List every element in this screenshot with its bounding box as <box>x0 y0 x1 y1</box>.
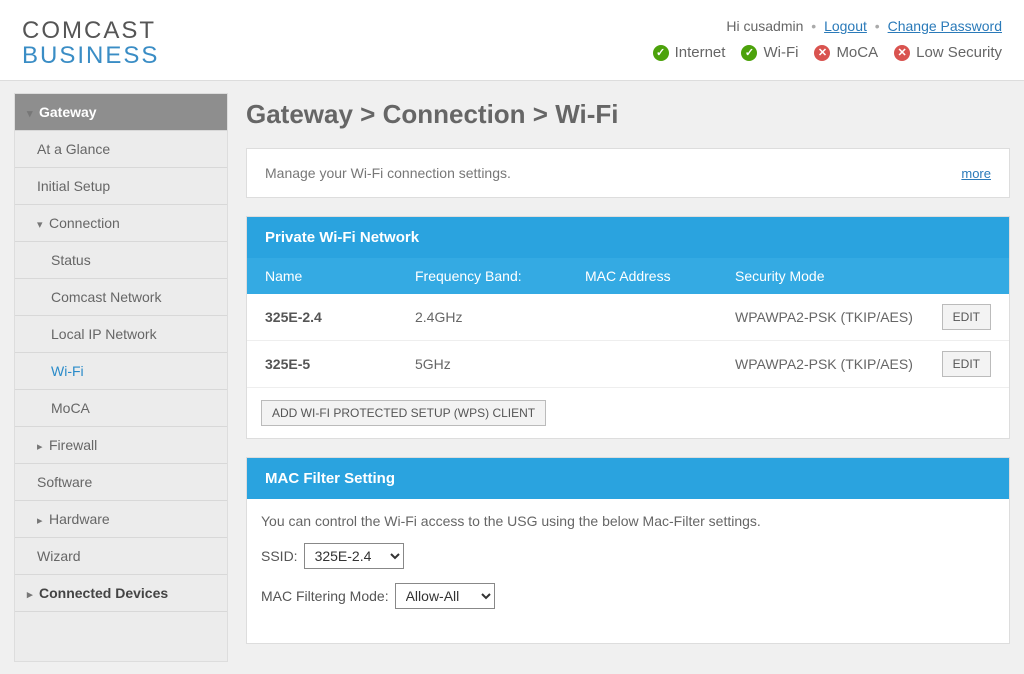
mac-mode-label: MAC Filtering Mode: <box>261 588 389 604</box>
sidebar: Gateway At a Glance Initial Setup Connec… <box>14 93 228 662</box>
col-header-name: Name <box>265 268 415 284</box>
col-header-freq: Frequency Band: <box>415 268 585 284</box>
sidebar-item-firewall[interactable]: Firewall <box>15 427 227 464</box>
cell-name: 325E-2.4 <box>265 309 415 325</box>
sidebar-item-local-ip-network[interactable]: Local IP Network <box>15 316 227 353</box>
more-link[interactable]: more <box>961 166 991 181</box>
sidebar-item-wifi[interactable]: Wi-Fi <box>15 353 227 390</box>
mac-filter-panel: MAC Filter Setting You can control the W… <box>246 457 1010 644</box>
sidebar-item-moca[interactable]: MoCA <box>15 390 227 427</box>
status-label: Internet <box>675 44 726 61</box>
separator-dot: • <box>811 18 816 34</box>
separator-dot: • <box>875 18 880 34</box>
breadcrumb: Gateway > Connection > Wi-Fi <box>246 99 1010 130</box>
description-panel: Manage your Wi-Fi connection settings. m… <box>246 148 1010 198</box>
logo-line1: COMCAST <box>22 18 159 43</box>
greeting-prefix: Hi <box>726 18 743 34</box>
sidebar-item-initial-setup[interactable]: Initial Setup <box>15 168 227 205</box>
mac-filter-desc: You can control the Wi-Fi access to the … <box>261 513 995 529</box>
sidebar-item-label: Connection <box>49 215 120 231</box>
sidebar-item-gateway[interactable]: Gateway <box>15 94 227 131</box>
cell-name: 325E-5 <box>265 356 415 372</box>
description-text: Manage your Wi-Fi connection settings. <box>265 165 511 181</box>
change-password-link[interactable]: Change Password <box>888 18 1002 34</box>
cell-freq: 5GHz <box>415 356 585 372</box>
sidebar-item-wizard[interactable]: Wizard <box>15 538 227 575</box>
x-icon: ✕ <box>894 45 910 61</box>
status-security: ✕ Low Security <box>894 44 1002 61</box>
sidebar-item-hardware[interactable]: Hardware <box>15 501 227 538</box>
check-icon: ✓ <box>653 45 669 61</box>
col-header-action <box>921 268 991 284</box>
col-header-sec: Security Mode <box>735 268 921 284</box>
private-wifi-panel: Private Wi-Fi Network Name Frequency Ban… <box>246 216 1010 439</box>
wifi-table-row: 325E-2.4 2.4GHz WPAWPA2-PSK (TKIP/AES) E… <box>247 294 1009 341</box>
sidebar-item-comcast-network[interactable]: Comcast Network <box>15 279 227 316</box>
logo-line2: BUSINESS <box>22 43 159 68</box>
sidebar-item-label: Hardware <box>49 511 110 527</box>
sidebar-item-connected-devices[interactable]: Connected Devices <box>15 575 227 612</box>
wifi-table-header: Name Frequency Band: MAC Address Securit… <box>247 258 1009 294</box>
check-icon: ✓ <box>741 45 757 61</box>
private-wifi-header: Private Wi-Fi Network <box>247 217 1009 258</box>
status-line: ✓ Internet ✓ Wi-Fi ✕ MoCA ✕ Low Security <box>653 44 1002 61</box>
sidebar-item-status[interactable]: Status <box>15 242 227 279</box>
status-label: Wi-Fi <box>763 44 798 61</box>
sidebar-item-label: Connected Devices <box>39 585 168 601</box>
sidebar-item-label: Firewall <box>49 437 97 453</box>
content-area: Gateway > Connection > Wi-Fi Manage your… <box>246 93 1010 662</box>
col-header-mac: MAC Address <box>585 268 735 284</box>
sidebar-item-label: Gateway <box>39 104 97 120</box>
greeting-line: Hi cusadmin • Logout • Change Password <box>653 18 1002 34</box>
logo: COMCAST BUSINESS <box>22 18 159 68</box>
cell-sec: WPAWPA2-PSK (TKIP/AES) <box>735 356 921 372</box>
sidebar-item-software[interactable]: Software <box>15 464 227 501</box>
logout-link[interactable]: Logout <box>824 18 867 34</box>
username: cusadmin <box>743 18 803 34</box>
cell-freq: 2.4GHz <box>415 309 585 325</box>
ssid-label: SSID: <box>261 548 298 564</box>
edit-button[interactable]: EDIT <box>942 304 991 330</box>
ssid-select[interactable]: 325E-2.4 <box>304 543 404 569</box>
sidebar-item-connection[interactable]: Connection <box>15 205 227 242</box>
status-wifi: ✓ Wi-Fi <box>741 44 798 61</box>
mac-mode-select[interactable]: Allow-All <box>395 583 495 609</box>
x-icon: ✕ <box>814 45 830 61</box>
sidebar-item-at-a-glance[interactable]: At a Glance <box>15 131 227 168</box>
mac-filter-header: MAC Filter Setting <box>247 458 1009 499</box>
cell-sec: WPAWPA2-PSK (TKIP/AES) <box>735 309 921 325</box>
wifi-table-row: 325E-5 5GHz WPAWPA2-PSK (TKIP/AES) EDIT <box>247 341 1009 388</box>
edit-button[interactable]: EDIT <box>942 351 991 377</box>
status-internet: ✓ Internet <box>653 44 726 61</box>
status-label: MoCA <box>836 44 878 61</box>
status-label: Low Security <box>916 44 1002 61</box>
add-wps-client-button[interactable]: ADD WI-FI PROTECTED SETUP (WPS) CLIENT <box>261 400 546 426</box>
status-moca: ✕ MoCA <box>814 44 878 61</box>
